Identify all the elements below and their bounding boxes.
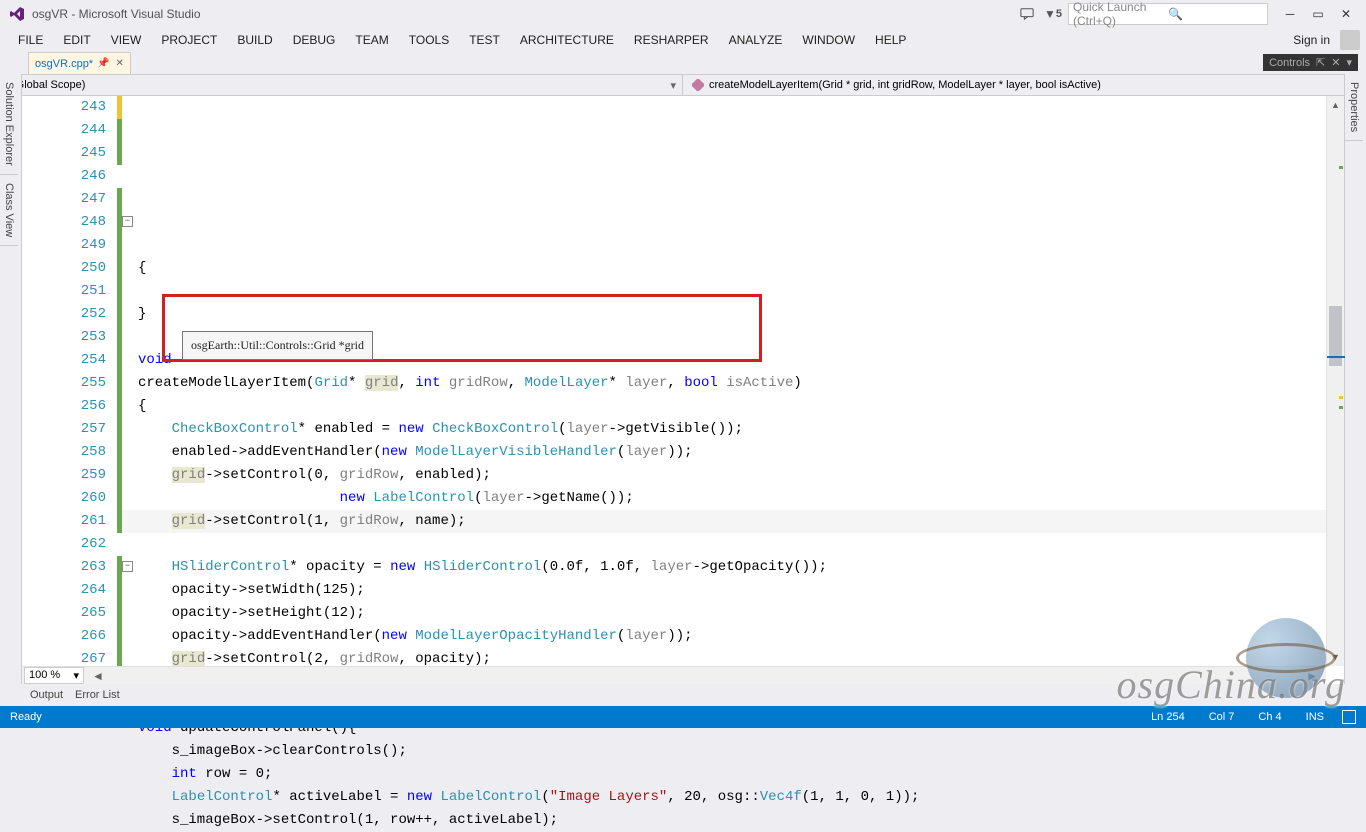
fold-toggle-icon[interactable]: − xyxy=(122,561,133,572)
code-line[interactable] xyxy=(122,533,1344,556)
code-line[interactable]: } xyxy=(122,303,1344,326)
status-line: Ln 254 xyxy=(1151,711,1185,723)
scope-label: (Global Scope) xyxy=(12,79,85,91)
menu-edit[interactable]: EDIT xyxy=(53,30,100,50)
sign-in-link[interactable]: Sign in xyxy=(1293,33,1340,47)
function-icon xyxy=(691,78,705,92)
error-list-tab[interactable]: Error List xyxy=(75,689,120,701)
scope-dropdown[interactable]: (Global Scope) ▾ xyxy=(0,75,683,95)
pin-icon[interactable]: 📌 xyxy=(97,58,109,69)
code-line[interactable]: HSliderControl* opacity = new HSliderCon… xyxy=(122,556,1344,579)
vertical-scrollbar[interactable]: ▲ ▼ xyxy=(1326,96,1344,666)
vs-logo-icon xyxy=(8,5,26,23)
controls-close-icon[interactable]: ✕ xyxy=(1331,56,1340,69)
code-line[interactable]: CheckBoxControl* enabled = new CheckBoxC… xyxy=(122,418,1344,441)
bottom-tool-tabs: Output Error List xyxy=(22,684,1344,706)
line-number-gutter: 2432442452462472482492502512522532542552… xyxy=(22,96,122,684)
menu-architecture[interactable]: ARCHITECTURE xyxy=(510,30,624,50)
status-bar: Ready Ln 254 Col 7 Ch 4 INS xyxy=(0,706,1366,728)
code-line[interactable]: grid->setControl(0, gridRow, enabled); xyxy=(122,464,1344,487)
quick-launch-input[interactable]: Quick Launch (Ctrl+Q) 🔍 xyxy=(1068,3,1268,25)
member-dropdown[interactable]: createModelLayerItem(Grid * grid, int gr… xyxy=(683,75,1366,95)
status-ins: INS xyxy=(1306,711,1324,723)
solution-explorer-tab[interactable]: Solution Explorer xyxy=(0,74,18,175)
controls-label: Controls xyxy=(1269,57,1310,69)
fold-toggle-icon[interactable]: − xyxy=(122,216,133,227)
code-editor[interactable]: 2432442452462472482492502512522532542552… xyxy=(22,96,1344,684)
file-tab-active[interactable]: osgVR.cpp* 📌 ✕ xyxy=(28,52,131,74)
status-ch: Ch 4 xyxy=(1258,711,1281,723)
search-icon: 🔍 xyxy=(1168,7,1263,21)
class-view-tab[interactable]: Class View xyxy=(0,175,18,246)
code-line[interactable]: createModelLayerItem(Grid* grid, int gri… xyxy=(122,372,1344,395)
quick-launch-placeholder: Quick Launch (Ctrl+Q) xyxy=(1073,0,1168,28)
scroll-up-icon[interactable]: ▲ xyxy=(1327,96,1344,114)
menu-debug[interactable]: DEBUG xyxy=(283,30,346,50)
menu-file[interactable]: FILE xyxy=(8,30,53,50)
controls-pin-icon[interactable]: ⇱ xyxy=(1316,56,1325,69)
left-tool-panels: Solution Explorer Class View xyxy=(0,74,22,684)
minimize-button[interactable]: ─ xyxy=(1276,3,1304,25)
menu-view[interactable]: VIEW xyxy=(101,30,152,50)
menu-team[interactable]: TEAM xyxy=(345,30,398,50)
close-tab-icon[interactable]: ✕ xyxy=(116,58,124,69)
intellisense-tooltip: osgEarth::Util::Controls::Grid *grid xyxy=(182,331,373,360)
code-line[interactable]: { xyxy=(122,257,1344,280)
menu-test[interactable]: TEST xyxy=(459,30,510,50)
status-ready: Ready xyxy=(10,711,1127,723)
code-line[interactable]: opacity->setHeight(12); xyxy=(122,602,1344,625)
horizontal-scrollbar[interactable]: 100 %▾ ◄ ► xyxy=(22,666,1326,684)
menu-help[interactable]: HELP xyxy=(865,30,916,50)
menu-bar: FILEEDITVIEWPROJECTBUILDDEBUGTEAMTOOLSTE… xyxy=(0,28,1366,52)
menu-resharper[interactable]: RESHARPER xyxy=(624,30,719,50)
menu-project[interactable]: PROJECT xyxy=(151,30,227,50)
window-title: osgVR - Microsoft Visual Studio xyxy=(32,7,1016,21)
code-line[interactable]: s_imageBox->clearControls(); xyxy=(122,740,1344,763)
code-line[interactable]: new LabelControl(layer->getName()); xyxy=(122,487,1344,510)
user-icon[interactable] xyxy=(1340,30,1360,50)
code-line[interactable]: { xyxy=(122,395,1344,418)
menu-window[interactable]: WINDOW xyxy=(792,30,865,50)
code-line[interactable]: int row = 0; xyxy=(122,763,1344,786)
chevron-down-icon: ▾ xyxy=(670,79,676,92)
menu-build[interactable]: BUILD xyxy=(227,30,282,50)
code-line[interactable]: LabelControl* activeLabel = new LabelCon… xyxy=(122,786,1344,809)
file-tab-label: osgVR.cpp* xyxy=(35,58,93,70)
code-line[interactable]: s_imageBox->setControl(1, row++, activeL… xyxy=(122,809,1344,832)
scroll-down-icon[interactable]: ▼ xyxy=(1327,648,1344,666)
right-tool-panels: Properties xyxy=(1344,74,1366,684)
maximize-button[interactable]: ▭ xyxy=(1304,3,1332,25)
close-button[interactable]: ✕ xyxy=(1332,3,1360,25)
menu-analyze[interactable]: ANALYZE xyxy=(719,30,793,50)
scroll-right-icon[interactable]: ► xyxy=(1306,669,1318,683)
document-tabs: osgVR.cpp* 📌 ✕ Controls ⇱ ✕ ▾ xyxy=(0,52,1366,74)
code-line[interactable] xyxy=(122,280,1344,303)
status-col: Col 7 xyxy=(1209,711,1235,723)
feedback-icon[interactable] xyxy=(1016,3,1038,25)
code-content[interactable]: − − osgEarth::Util::Controls::Grid *grid… xyxy=(122,96,1344,684)
output-tab[interactable]: Output xyxy=(30,689,63,701)
navigation-bar: (Global Scope) ▾ createModelLayerItem(Gr… xyxy=(0,74,1366,96)
title-bar: osgVR - Microsoft Visual Studio ▼5 Quick… xyxy=(0,0,1366,28)
zoom-dropdown[interactable]: 100 %▾ xyxy=(24,667,84,684)
tab-dropdown-icon[interactable]: ▾ xyxy=(1346,56,1352,69)
properties-tab[interactable]: Properties xyxy=(1345,74,1363,141)
code-line[interactable]: opacity->addEventHandler(new ModelLayerO… xyxy=(122,625,1344,648)
notifications-icon[interactable]: ▼5 xyxy=(1042,3,1064,25)
member-label: createModelLayerItem(Grid * grid, int gr… xyxy=(709,79,1101,91)
code-line[interactable]: enabled->addEventHandler(new ModelLayerV… xyxy=(122,441,1344,464)
code-line[interactable]: grid->setControl(1, gridRow, name); xyxy=(122,510,1344,533)
menu-tools[interactable]: TOOLS xyxy=(399,30,459,50)
code-line[interactable]: opacity->setWidth(125); xyxy=(122,579,1344,602)
status-resize-icon[interactable] xyxy=(1342,710,1356,724)
scroll-left-icon[interactable]: ◄ xyxy=(92,669,104,683)
